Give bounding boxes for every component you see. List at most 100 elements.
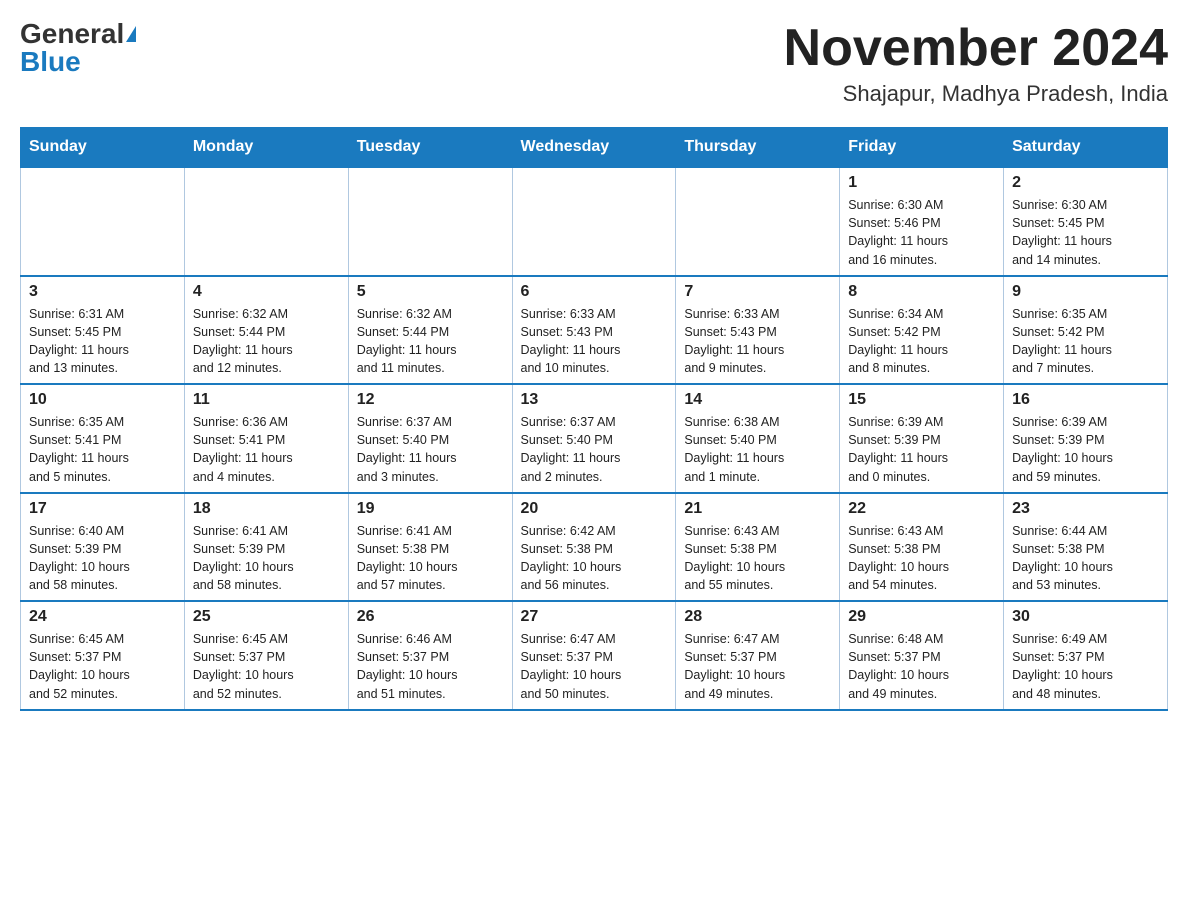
logo-general-text: General <box>20 20 124 48</box>
day-info: Sunrise: 6:32 AM Sunset: 5:44 PM Dayligh… <box>193 305 340 378</box>
calendar-cell: 17 Sunrise: 6:40 AM Sunset: 5:39 PM Dayli… <box>21 493 185 602</box>
calendar-cell <box>21 167 185 276</box>
col-header-tuesday: Tuesday <box>348 128 512 168</box>
col-header-thursday: Thursday <box>676 128 840 168</box>
day-info: Sunrise: 6:32 AM Sunset: 5:44 PM Dayligh… <box>357 305 504 378</box>
calendar-table: SundayMondayTuesdayWednesdayThursdayFrid… <box>20 127 1168 711</box>
day-info: Sunrise: 6:48 AM Sunset: 5:37 PM Dayligh… <box>848 630 995 703</box>
calendar-cell: 25 Sunrise: 6:45 AM Sunset: 5:37 PM Dayli… <box>184 601 348 710</box>
day-info: Sunrise: 6:39 AM Sunset: 5:39 PM Dayligh… <box>1012 413 1159 486</box>
calendar-week-row: 1 Sunrise: 6:30 AM Sunset: 5:46 PM Daylig… <box>21 167 1168 276</box>
day-number: 14 <box>684 391 831 409</box>
logo-blue-text: Blue <box>20 48 81 76</box>
day-number: 21 <box>684 500 831 518</box>
col-header-friday: Friday <box>840 128 1004 168</box>
day-info: Sunrise: 6:42 AM Sunset: 5:38 PM Dayligh… <box>521 522 668 595</box>
day-number: 22 <box>848 500 995 518</box>
day-info: Sunrise: 6:45 AM Sunset: 5:37 PM Dayligh… <box>193 630 340 703</box>
calendar-cell: 2 Sunrise: 6:30 AM Sunset: 5:45 PM Daylig… <box>1004 167 1168 276</box>
day-number: 12 <box>357 391 504 409</box>
calendar-cell: 29 Sunrise: 6:48 AM Sunset: 5:37 PM Dayli… <box>840 601 1004 710</box>
day-number: 10 <box>29 391 176 409</box>
logo: General Blue <box>20 20 136 76</box>
day-info: Sunrise: 6:30 AM Sunset: 5:45 PM Dayligh… <box>1012 196 1159 269</box>
calendar-cell: 1 Sunrise: 6:30 AM Sunset: 5:46 PM Daylig… <box>840 167 1004 276</box>
day-number: 28 <box>684 608 831 626</box>
calendar-cell: 16 Sunrise: 6:39 AM Sunset: 5:39 PM Dayli… <box>1004 384 1168 493</box>
col-header-wednesday: Wednesday <box>512 128 676 168</box>
calendar-cell <box>512 167 676 276</box>
calendar-cell <box>676 167 840 276</box>
calendar-cell <box>184 167 348 276</box>
calendar-cell: 9 Sunrise: 6:35 AM Sunset: 5:42 PM Daylig… <box>1004 276 1168 385</box>
calendar-cell <box>348 167 512 276</box>
day-number: 19 <box>357 500 504 518</box>
location-subtitle: Shajapur, Madhya Pradesh, India <box>784 81 1168 107</box>
day-number: 24 <box>29 608 176 626</box>
day-info: Sunrise: 6:49 AM Sunset: 5:37 PM Dayligh… <box>1012 630 1159 703</box>
day-number: 2 <box>1012 174 1159 192</box>
day-number: 4 <box>193 283 340 301</box>
calendar-header-row: SundayMondayTuesdayWednesdayThursdayFrid… <box>21 128 1168 168</box>
day-number: 13 <box>521 391 668 409</box>
day-info: Sunrise: 6:41 AM Sunset: 5:39 PM Dayligh… <box>193 522 340 595</box>
day-number: 6 <box>521 283 668 301</box>
day-info: Sunrise: 6:30 AM Sunset: 5:46 PM Dayligh… <box>848 196 995 269</box>
calendar-cell: 7 Sunrise: 6:33 AM Sunset: 5:43 PM Daylig… <box>676 276 840 385</box>
day-number: 29 <box>848 608 995 626</box>
calendar-week-row: 17 Sunrise: 6:40 AM Sunset: 5:39 PM Dayli… <box>21 493 1168 602</box>
day-number: 1 <box>848 174 995 192</box>
calendar-cell: 10Sunrise: 6:35 AM Sunset: 5:41 PM Dayli… <box>21 384 185 493</box>
calendar-cell: 28 Sunrise: 6:47 AM Sunset: 5:37 PM Dayli… <box>676 601 840 710</box>
day-info: Sunrise: 6:41 AM Sunset: 5:38 PM Dayligh… <box>357 522 504 595</box>
day-number: 16 <box>1012 391 1159 409</box>
calendar-cell: 12 Sunrise: 6:37 AM Sunset: 5:40 PM Dayli… <box>348 384 512 493</box>
day-info: Sunrise: 6:35 AM Sunset: 5:42 PM Dayligh… <box>1012 305 1159 378</box>
day-info: Sunrise: 6:37 AM Sunset: 5:40 PM Dayligh… <box>357 413 504 486</box>
day-info: Sunrise: 6:34 AM Sunset: 5:42 PM Dayligh… <box>848 305 995 378</box>
day-info: Sunrise: 6:38 AM Sunset: 5:40 PM Dayligh… <box>684 413 831 486</box>
calendar-cell: 27 Sunrise: 6:47 AM Sunset: 5:37 PM Dayli… <box>512 601 676 710</box>
day-number: 17 <box>29 500 176 518</box>
calendar-cell: 19 Sunrise: 6:41 AM Sunset: 5:38 PM Dayli… <box>348 493 512 602</box>
day-number: 7 <box>684 283 831 301</box>
day-info: Sunrise: 6:47 AM Sunset: 5:37 PM Dayligh… <box>521 630 668 703</box>
day-number: 11 <box>193 391 340 409</box>
calendar-cell: 4 Sunrise: 6:32 AM Sunset: 5:44 PM Daylig… <box>184 276 348 385</box>
calendar-cell: 8 Sunrise: 6:34 AM Sunset: 5:42 PM Daylig… <box>840 276 1004 385</box>
day-number: 25 <box>193 608 340 626</box>
col-header-monday: Monday <box>184 128 348 168</box>
day-info: Sunrise: 6:47 AM Sunset: 5:37 PM Dayligh… <box>684 630 831 703</box>
day-number: 23 <box>1012 500 1159 518</box>
calendar-cell: 14 Sunrise: 6:38 AM Sunset: 5:40 PM Dayli… <box>676 384 840 493</box>
calendar-cell: 6Sunrise: 6:33 AM Sunset: 5:43 PM Daylig… <box>512 276 676 385</box>
day-number: 26 <box>357 608 504 626</box>
day-number: 20 <box>521 500 668 518</box>
calendar-cell: 5 Sunrise: 6:32 AM Sunset: 5:44 PM Daylig… <box>348 276 512 385</box>
day-info: Sunrise: 6:33 AM Sunset: 5:43 PM Dayligh… <box>684 305 831 378</box>
day-number: 8 <box>848 283 995 301</box>
day-number: 3 <box>29 283 176 301</box>
day-info: Sunrise: 6:40 AM Sunset: 5:39 PM Dayligh… <box>29 522 176 595</box>
calendar-week-row: 10Sunrise: 6:35 AM Sunset: 5:41 PM Dayli… <box>21 384 1168 493</box>
col-header-sunday: Sunday <box>21 128 185 168</box>
calendar-week-row: 24 Sunrise: 6:45 AM Sunset: 5:37 PM Dayli… <box>21 601 1168 710</box>
day-info: Sunrise: 6:31 AM Sunset: 5:45 PM Dayligh… <box>29 305 176 378</box>
day-number: 18 <box>193 500 340 518</box>
day-info: Sunrise: 6:43 AM Sunset: 5:38 PM Dayligh… <box>848 522 995 595</box>
calendar-cell: 15Sunrise: 6:39 AM Sunset: 5:39 PM Dayli… <box>840 384 1004 493</box>
month-title: November 2024 <box>784 20 1168 77</box>
title-block: November 2024 Shajapur, Madhya Pradesh, … <box>784 20 1168 107</box>
calendar-cell: 21Sunrise: 6:43 AM Sunset: 5:38 PM Dayli… <box>676 493 840 602</box>
calendar-cell: 18 Sunrise: 6:41 AM Sunset: 5:39 PM Dayli… <box>184 493 348 602</box>
day-number: 30 <box>1012 608 1159 626</box>
calendar-week-row: 3 Sunrise: 6:31 AM Sunset: 5:45 PM Daylig… <box>21 276 1168 385</box>
calendar-cell: 30 Sunrise: 6:49 AM Sunset: 5:37 PM Dayli… <box>1004 601 1168 710</box>
day-info: Sunrise: 6:46 AM Sunset: 5:37 PM Dayligh… <box>357 630 504 703</box>
col-header-saturday: Saturday <box>1004 128 1168 168</box>
day-info: Sunrise: 6:39 AM Sunset: 5:39 PM Dayligh… <box>848 413 995 486</box>
day-number: 9 <box>1012 283 1159 301</box>
calendar-cell: 22 Sunrise: 6:43 AM Sunset: 5:38 PM Dayli… <box>840 493 1004 602</box>
day-number: 5 <box>357 283 504 301</box>
day-number: 27 <box>521 608 668 626</box>
